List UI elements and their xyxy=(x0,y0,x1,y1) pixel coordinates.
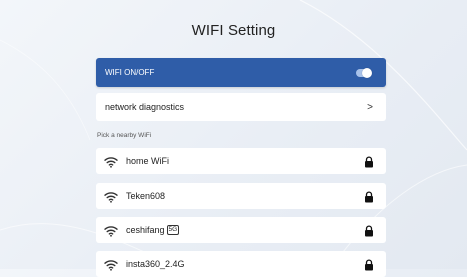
wifi-signal-icon xyxy=(104,224,118,237)
network-row-left: home WiFi xyxy=(104,155,170,168)
network-diagnostics-row[interactable]: network diagnostics > xyxy=(96,93,386,121)
band-badge: 5G xyxy=(166,225,180,235)
wifi-toggle-row[interactable]: WIFI ON/OFF xyxy=(96,58,386,87)
wifi-signal-icon xyxy=(104,155,118,168)
network-name: insta360_2.4G xyxy=(126,259,185,269)
lock-icon xyxy=(364,258,374,271)
network-name: home WiFi xyxy=(126,156,170,166)
network-row-left: insta360_2.4G xyxy=(104,258,185,271)
wifi-signal-icon xyxy=(104,190,118,203)
network-row[interactable]: Teken608 xyxy=(96,183,386,209)
lock-icon xyxy=(364,190,374,203)
nearby-wifi-section-label: Pick a nearby WiFi xyxy=(97,132,152,139)
wifi-toggle-label: WIFI ON/OFF xyxy=(105,68,155,77)
lock-icon xyxy=(364,224,374,237)
network-row-left: Teken608 xyxy=(104,190,166,203)
network-row-left: ceshifang 5G xyxy=(104,224,180,237)
wifi-signal-icon xyxy=(104,258,118,271)
page-title: WIFI Setting xyxy=(191,22,276,39)
network-row[interactable]: ceshifang 5G xyxy=(96,217,386,243)
network-name: Teken608 xyxy=(126,191,166,201)
network-diagnostics-label: network diagnostics xyxy=(105,102,185,112)
switch-knob xyxy=(362,67,372,78)
network-name: ceshifang xyxy=(126,225,165,235)
network-row[interactable]: home WiFi xyxy=(96,148,386,174)
chevron-right-icon: > xyxy=(367,101,373,113)
wifi-toggle-switch[interactable] xyxy=(356,67,372,78)
lock-icon xyxy=(364,155,374,168)
network-row[interactable]: insta360_2.4G xyxy=(96,251,386,277)
